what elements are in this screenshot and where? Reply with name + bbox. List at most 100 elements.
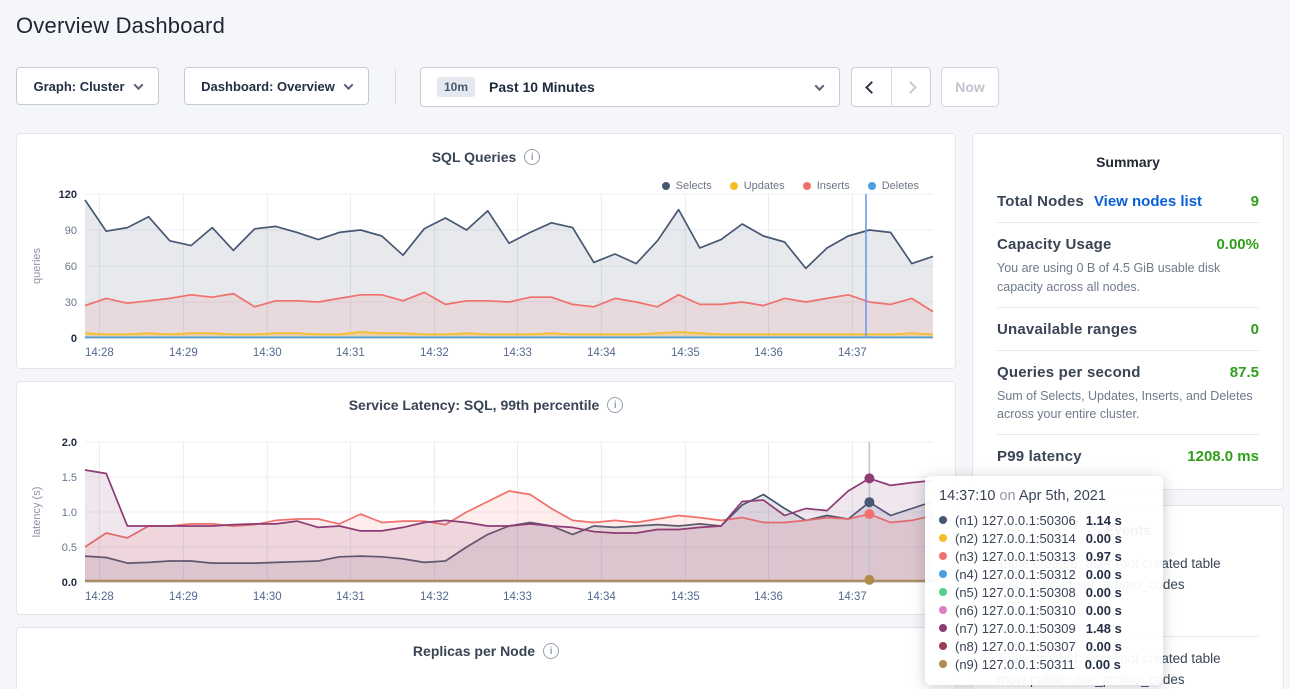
node-latency-value: 0.00 s <box>1085 657 1121 672</box>
service-latency-panel: Service Latency: SQL, 99th percentile i … <box>16 381 956 615</box>
capacity-usage-description: You are using 0 B of 4.5 GiB usable disk… <box>997 259 1259 307</box>
svg-text:queries: queries <box>31 247 43 284</box>
svg-text:14:28: 14:28 <box>85 591 114 603</box>
tooltip-row: (n1) 127.0.0.1:50306 1.14 s <box>939 511 1149 529</box>
svg-text:2.0: 2.0 <box>62 437 77 449</box>
svg-text:14:37: 14:37 <box>838 591 867 603</box>
tooltip-row: (n9) 127.0.0.1:503110.00 s <box>939 655 1149 673</box>
svg-text:14:37: 14:37 <box>838 347 867 359</box>
svg-text:1.5: 1.5 <box>62 472 77 484</box>
svg-text:14:31: 14:31 <box>336 591 365 603</box>
node-color-dot <box>939 534 947 542</box>
node-color-dot <box>939 588 947 596</box>
p99-latency-value: 1208.0 ms <box>1187 448 1259 465</box>
node-address: (n3) 127.0.0.1:50313 <box>955 549 1076 564</box>
node-latency-value: 0.00 s <box>1086 585 1122 600</box>
unavailable-ranges-label: Unavailable ranges <box>997 321 1137 338</box>
node-color-dot <box>939 516 947 524</box>
sql-queries-title: SQL Queries <box>432 149 517 165</box>
node-latency-value: 0.97 s <box>1086 549 1122 564</box>
svg-text:14:29: 14:29 <box>169 591 198 603</box>
svg-text:14:30: 14:30 <box>253 347 282 359</box>
capacity-usage-label: Capacity Usage <box>997 236 1112 253</box>
node-color-dot <box>939 570 947 578</box>
page-title: Overview Dashboard <box>16 13 225 39</box>
node-color-dot <box>939 660 947 668</box>
service-latency-chart[interactable]: 14:2814:2914:3014:3114:3214:3314:3414:35… <box>27 434 943 606</box>
dashboard-dropdown[interactable]: Dashboard: Overview <box>184 67 369 105</box>
node-address: (n2) 127.0.0.1:50314 <box>955 531 1076 546</box>
graph-dropdown[interactable]: Graph: Cluster <box>16 67 159 105</box>
svg-text:14:32: 14:32 <box>420 347 449 359</box>
queries-per-second-description: Sum of Selects, Updates, Inserts, and De… <box>997 387 1259 435</box>
node-latency-value: 0.00 s <box>1086 531 1122 546</box>
svg-text:14:35: 14:35 <box>671 347 700 359</box>
graph-dropdown-label: Graph: Cluster <box>33 79 124 94</box>
time-range-selector[interactable]: 10m Past 10 Minutes <box>420 67 840 107</box>
svg-text:14:36: 14:36 <box>754 347 783 359</box>
tooltip-row: (n5) 127.0.0.1:50308 0.00 s <box>939 583 1149 601</box>
p99-latency-label: P99 latency <box>997 448 1082 465</box>
tooltip-row: (n6) 127.0.0.1:503100.00 s <box>939 601 1149 619</box>
node-latency-value: 1.14 s <box>1086 513 1122 528</box>
node-address: (n6) 127.0.0.1:50310 <box>955 603 1076 618</box>
chevron-right-icon <box>904 81 917 94</box>
node-address: (n7) 127.0.0.1:50309 <box>955 621 1076 636</box>
node-latency-value: 0.00 s <box>1086 567 1122 582</box>
node-address: (n4) 127.0.0.1:50312 <box>955 567 1076 582</box>
total-nodes-row: Total Nodes View nodes list 9 <box>997 180 1259 222</box>
summary-title: Summary <box>973 134 1283 180</box>
svg-text:14:33: 14:33 <box>503 347 532 359</box>
view-nodes-list-link[interactable]: View nodes list <box>1094 193 1202 210</box>
overview-dashboard-page: Overview Dashboard Graph: Cluster Dashbo… <box>0 0 1290 689</box>
time-pager <box>851 67 931 107</box>
info-icon[interactable]: i <box>607 397 623 413</box>
svg-text:14:35: 14:35 <box>671 591 700 603</box>
replicas-per-node-panel: Replicas per Node i <box>16 627 956 689</box>
chevron-down-icon <box>133 80 143 90</box>
time-range-label: Past 10 Minutes <box>489 79 595 95</box>
svg-text:30: 30 <box>65 297 77 309</box>
service-latency-title: Service Latency: SQL, 99th percentile <box>349 397 600 413</box>
svg-text:90: 90 <box>65 225 77 237</box>
prev-interval-button[interactable] <box>852 68 891 106</box>
node-color-dot <box>939 552 947 560</box>
tooltip-row: (n3) 127.0.0.1:50313 0.97 s <box>939 547 1149 565</box>
tooltip-row: (n8) 127.0.0.1:503070.00 s <box>939 637 1149 655</box>
node-latency-value: 0.00 s <box>1086 639 1122 654</box>
info-icon[interactable]: i <box>543 643 559 659</box>
svg-text:14:30: 14:30 <box>253 591 282 603</box>
chart-hover-tooltip: 14:37:10 on Apr 5th, 2021 (n1) 127.0.0.1… <box>925 476 1163 685</box>
svg-text:14:29: 14:29 <box>169 347 198 359</box>
tooltip-row: (n2) 127.0.0.1:50314 0.00 s <box>939 529 1149 547</box>
svg-text:14:31: 14:31 <box>336 347 365 359</box>
now-button[interactable]: Now <box>941 67 999 107</box>
tooltip-row: (n4) 127.0.0.1:50312 0.00 s <box>939 565 1149 583</box>
toolbar-divider <box>395 69 396 105</box>
sql-queries-panel: SQL Queries i Selects Updates Inserts De… <box>16 133 956 369</box>
total-nodes-label: Total Nodes <box>997 193 1084 210</box>
tooltip-timestamp: 14:37:10 on Apr 5th, 2021 <box>939 488 1149 504</box>
queries-per-second-label: Queries per second <box>997 364 1141 381</box>
node-address: (n1) 127.0.0.1:50306 <box>955 513 1076 528</box>
node-color-dot <box>939 624 947 632</box>
sql-queries-chart[interactable]: 14:2814:2914:3014:3114:3214:3314:3414:35… <box>27 186 943 362</box>
tooltip-date: Apr 5th, 2021 <box>1019 488 1106 504</box>
svg-text:14:36: 14:36 <box>754 591 783 603</box>
next-interval-button[interactable] <box>891 68 931 106</box>
summary-panel: Summary Total Nodes View nodes list 9 Ca… <box>972 133 1284 490</box>
svg-text:14:28: 14:28 <box>85 347 114 359</box>
unavailable-ranges-row: Unavailable ranges 0 <box>997 308 1259 350</box>
node-color-dot <box>939 642 947 650</box>
queries-per-second-value: 87.5 <box>1230 364 1259 381</box>
chevron-left-icon <box>865 81 878 94</box>
info-icon[interactable]: i <box>524 149 540 165</box>
unavailable-ranges-value: 0 <box>1251 321 1259 338</box>
node-address: (n5) 127.0.0.1:50308 <box>955 585 1076 600</box>
chevron-down-icon <box>343 80 353 90</box>
tooltip-row: (n7) 127.0.0.1:503091.48 s <box>939 619 1149 637</box>
node-color-dot <box>939 606 947 614</box>
svg-text:14:33: 14:33 <box>503 591 532 603</box>
svg-text:0.5: 0.5 <box>62 542 77 554</box>
capacity-usage-value: 0.00% <box>1216 236 1259 253</box>
